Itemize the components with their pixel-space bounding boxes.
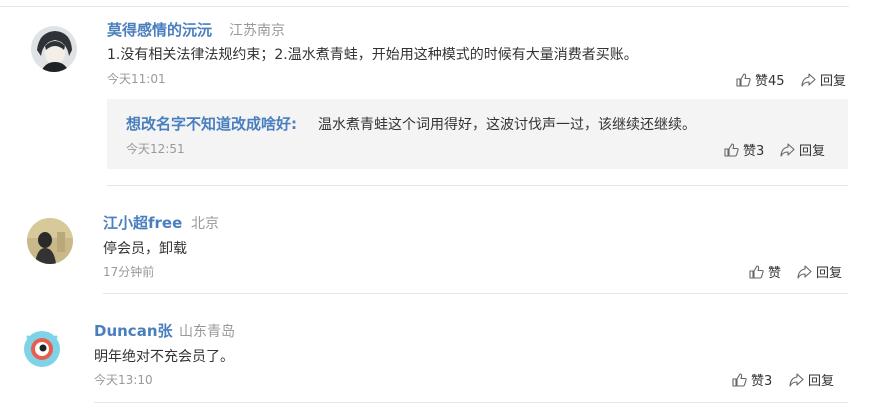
comment-username[interactable]: 江小超free [103, 212, 182, 233]
comment-divider [94, 402, 848, 403]
avatar[interactable] [31, 26, 77, 72]
reply-button[interactable]: 回复 [797, 262, 842, 281]
thumbs-up-icon [732, 372, 747, 387]
avatar-weibo-default-image [19, 325, 65, 371]
reply-label: 回复 [808, 374, 835, 389]
comment-username[interactable]: 莫得感情的沅沅 [107, 19, 212, 40]
share-arrow-icon [780, 142, 795, 157]
comment-location: 北京 [191, 216, 219, 232]
like-count: 赞3 [743, 144, 765, 159]
reply-reply-button[interactable]: 回复 [780, 140, 825, 159]
thumbs-up-icon [736, 72, 751, 87]
reply-button[interactable]: 回复 [789, 370, 834, 389]
thumbs-up-icon [749, 264, 764, 279]
thumbs-up-icon [724, 142, 739, 157]
avatar-photo-image [27, 218, 73, 264]
like-count: 赞 [768, 266, 782, 281]
reply-like-button[interactable]: 赞3 [724, 140, 764, 159]
comment-divider [103, 293, 848, 294]
comment-location: 江苏南京 [229, 23, 285, 39]
reply-label: 回复 [799, 144, 826, 159]
avatar[interactable] [19, 325, 65, 371]
nested-reply: 想改名字不知道改成啥好: 温水煮青蛙这个词用得好，这波讨伐声一过，该继续还继续。… [107, 99, 848, 169]
reply-label: 回复 [820, 74, 847, 89]
like-button[interactable]: 赞 [749, 262, 781, 281]
comment-username[interactable]: Duncan张 [94, 320, 173, 341]
share-arrow-icon [789, 372, 804, 387]
comment-time: 今天11:01 [107, 72, 166, 86]
comment-time: 今天13:10 [94, 373, 153, 387]
avatar[interactable] [27, 218, 73, 264]
like-count: 赞45 [755, 74, 785, 89]
comment-divider [107, 185, 848, 186]
reply-label: 回复 [816, 266, 843, 281]
share-arrow-icon [797, 264, 812, 279]
reply-username[interactable]: 想改名字不知道改成啥好: [126, 113, 297, 134]
reply-button[interactable]: 回复 [801, 70, 846, 89]
avatar-anime-image [31, 26, 77, 72]
share-arrow-icon [801, 72, 816, 87]
like-count: 赞3 [751, 374, 773, 389]
top-divider [0, 6, 849, 7]
like-button[interactable]: 赞45 [736, 70, 785, 89]
comment-text: 停会员，卸载 [103, 241, 187, 257]
like-button[interactable]: 赞3 [732, 370, 772, 389]
reply-time: 今天12:51 [126, 142, 185, 156]
reply-text: 温水煮青蛙这个词用得好，这波讨伐声一过，该继续还继续。 [318, 117, 696, 133]
comment-location: 山东青岛 [179, 324, 235, 340]
comment-text: 1.没有相关法律法规约束；2.温水煮青蛙，开始用这种模式的时候有大量消费者买账。 [107, 47, 638, 63]
comment-text: 明年绝对不充会员了。 [94, 349, 234, 365]
comment-time: 17分钟前 [103, 265, 155, 279]
